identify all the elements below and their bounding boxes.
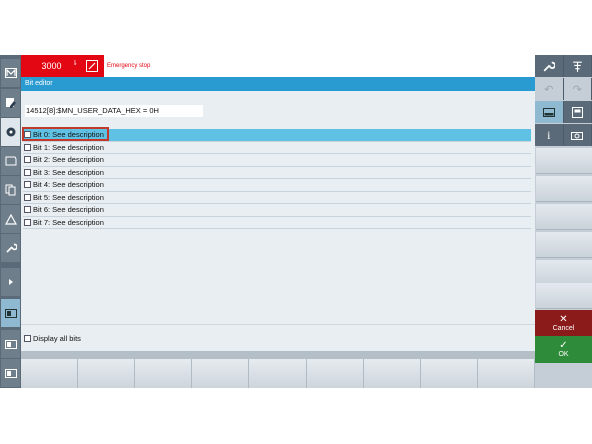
bit-checkbox[interactable] <box>24 218 31 226</box>
horizontal-softkey-7[interactable] <box>363 359 421 388</box>
window-layout-icon-2[interactable] <box>1 330 20 358</box>
bit-label: Bit 1: See description <box>33 142 104 152</box>
window-title: Bit editor <box>21 77 535 91</box>
display-all-bits-checkbox[interactable] <box>24 334 31 342</box>
info-row: i <box>535 124 592 146</box>
window-layout-icon[interactable] <box>1 299 20 327</box>
machine-tool-icon[interactable] <box>564 55 592 77</box>
alarm-arrow-icon: ⇂ <box>72 60 78 67</box>
redo-icon[interactable]: ↷ <box>564 78 592 100</box>
parameter-value-field: 14512[8]:$MN_USER_DATA_HEX = 0H <box>25 105 203 117</box>
window-layout-icon[interactable] <box>535 101 564 123</box>
vertical-softkey-4[interactable] <box>536 232 592 258</box>
diagnostics-warning-icon[interactable] <box>1 205 20 233</box>
ok-label: OK <box>558 351 569 358</box>
window-layout-icon-3[interactable] <box>1 359 20 387</box>
bit-checkbox[interactable] <box>24 206 31 214</box>
machine-icon[interactable] <box>1 59 20 87</box>
bit-row[interactable]: Bit 3: See description <box>23 167 531 179</box>
horizontal-softkey-4[interactable] <box>192 359 250 388</box>
ok-button[interactable]: ✓ OK <box>535 336 592 363</box>
undo-icon[interactable]: ↶ <box>535 78 564 100</box>
bit-row[interactable]: Bit 7: See description <box>23 217 531 229</box>
bit-row[interactable]: Bit 4: See description <box>23 179 531 192</box>
bit-editor-panel: 14512[8]:$MN_USER_DATA_HEX = 0H Bit 0: S… <box>21 91 535 351</box>
horizontal-softkey-5[interactable] <box>249 359 307 388</box>
bit-row[interactable]: Bit 6: See description <box>23 204 531 217</box>
parameter-icon[interactable] <box>1 89 20 117</box>
cancel-label: Cancel <box>552 324 575 332</box>
wrench-icon[interactable] <box>1 234 20 262</box>
vertical-softkey-bar: ↶ ↷ i ✕ Cancel ✓ OK <box>535 55 592 388</box>
display-all-bits-row[interactable]: Display all bits <box>21 324 535 351</box>
left-operating-area-bar <box>0 55 21 388</box>
bit-label: Bit 4: See description <box>33 180 104 190</box>
horizontal-softkey-3[interactable] <box>135 359 193 388</box>
bit-label: Bit 6: See description <box>33 205 104 215</box>
alarm-number: 3000 <box>41 61 62 71</box>
status-separator <box>21 351 535 359</box>
bit-row[interactable]: Bit 1: See description <box>23 142 531 154</box>
alarm-acknowledge-icon[interactable] <box>83 57 101 75</box>
horizontal-softkey-1[interactable] <box>21 359 79 388</box>
bit-checkbox[interactable] <box>24 193 31 201</box>
program-manager-icon[interactable] <box>1 147 20 175</box>
bit-checkbox[interactable] <box>24 168 31 176</box>
bit-checkbox[interactable] <box>24 156 31 164</box>
bit-row[interactable]: Bit 2: See description <box>23 154 531 167</box>
bit-label: Bit 3: See description <box>33 167 104 177</box>
alarm-header: 3000 ⇂ Emergency stop <box>21 55 535 77</box>
keyboard-icon[interactable] <box>564 101 592 123</box>
undo-redo-row: ↶ ↷ <box>535 78 592 100</box>
screenshot-icon[interactable] <box>564 124 592 146</box>
view-row <box>535 101 592 123</box>
display-all-bits-label: Display all bits <box>33 333 81 343</box>
vertical-softkey-3[interactable] <box>536 204 592 230</box>
close-icon: ✕ <box>559 313 568 325</box>
vertical-softkey-1[interactable] <box>536 148 592 174</box>
cancel-button[interactable]: ✕ Cancel <box>535 310 592 336</box>
bit-list: Bit 0: See description Bit 1: See descrip… <box>23 129 531 229</box>
bit-label: Bit 7: See description <box>33 217 104 227</box>
program-icon[interactable] <box>1 118 20 146</box>
horizontal-softkey-9[interactable] <box>477 359 535 388</box>
vertical-softkey-6[interactable] <box>536 283 592 309</box>
horizontal-softkey-bar <box>21 359 535 388</box>
top-tool-row <box>535 55 592 77</box>
horizontal-softkey-8[interactable] <box>420 359 478 388</box>
horizontal-softkey-2[interactable] <box>78 359 136 388</box>
chevron-right-icon[interactable] <box>1 268 20 296</box>
alarm-text: Emergency stop <box>107 63 151 69</box>
bit-row[interactable]: Bit 5: See description <box>23 192 531 204</box>
selection-highlight-frame <box>22 127 109 141</box>
files-icon[interactable] <box>1 176 20 204</box>
bit-checkbox[interactable] <box>24 181 31 189</box>
hmi-screen: 3000 ⇂ Emergency stop Bit editor 14512[8… <box>0 55 592 388</box>
checkmark-icon: ✓ <box>559 340 568 351</box>
wrench-icon[interactable] <box>535 55 564 77</box>
bit-checkbox[interactable] <box>24 143 31 151</box>
bit-label: Bit 2: See description <box>33 155 104 165</box>
vertical-softkey-2[interactable] <box>536 176 592 202</box>
info-icon[interactable]: i <box>535 124 564 146</box>
horizontal-softkey-6[interactable] <box>306 359 364 388</box>
bit-label: Bit 5: See description <box>33 192 104 202</box>
